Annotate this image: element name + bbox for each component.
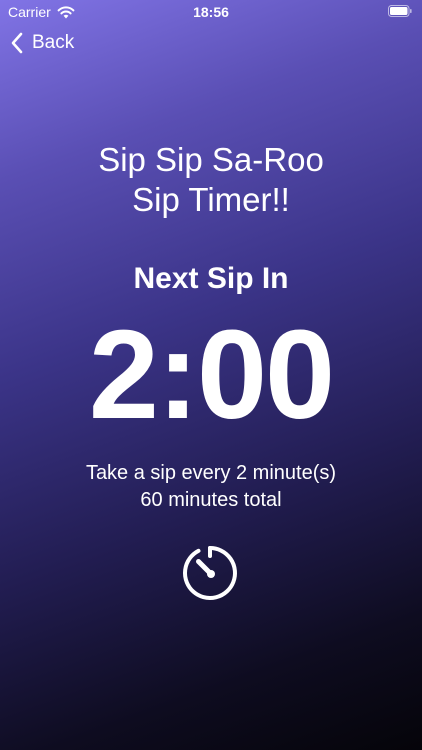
next-sip-label: Next Sip In <box>133 262 289 295</box>
back-button[interactable]: Back <box>10 32 74 54</box>
timer-icon <box>183 546 237 600</box>
title-line-1: Sip Sip Sa-Roo <box>98 141 324 178</box>
countdown-display: 2:00 <box>88 304 335 445</box>
battery-icon <box>388 5 412 17</box>
chevron-left-icon <box>11 32 23 54</box>
title-line-2: Sip Timer!! <box>132 181 290 218</box>
interval-text: Take a sip every 2 minute(s) <box>85 462 337 484</box>
status-time: 18:56 <box>193 4 229 20</box>
app-title: Sip Sip Sa-Roo Sip Timer!! <box>0 140 422 220</box>
timer-button[interactable] <box>180 543 240 603</box>
status-bar: Carrier 18:56 <box>0 0 422 24</box>
total-text: 60 minutes total <box>140 489 282 511</box>
timer-info: Take a sip every 2 minute(s) 60 minutes … <box>0 460 422 514</box>
back-label: Back <box>32 32 75 53</box>
timer-screen: Carrier 18:56 Back Sip Sip Sa-Roo Sip Ti… <box>0 0 422 750</box>
